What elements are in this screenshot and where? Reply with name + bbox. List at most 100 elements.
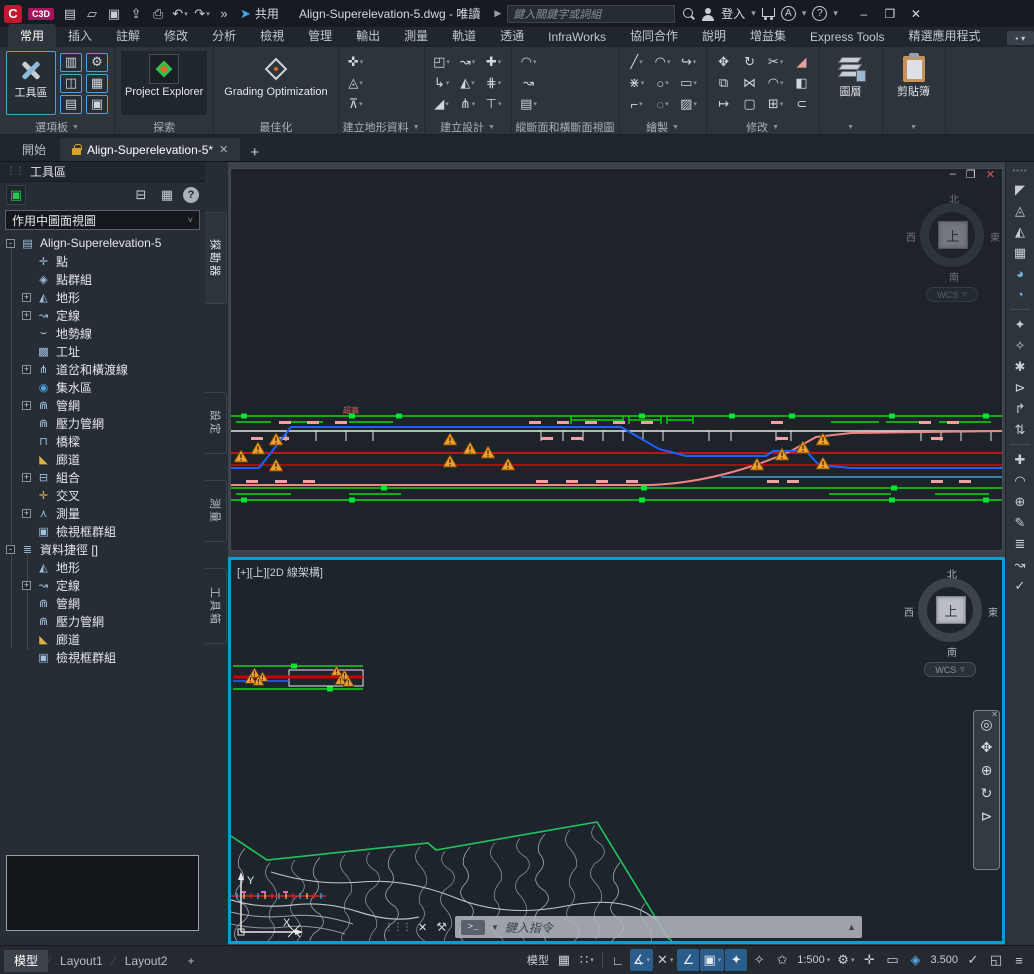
user-icon[interactable] bbox=[701, 7, 715, 21]
erase-icon[interactable]: ◢ bbox=[791, 53, 813, 72]
layout-tab-Layout1[interactable]: Layout1 bbox=[50, 950, 113, 972]
ortho-mode-icon[interactable]: ∟ bbox=[607, 949, 629, 971]
wcs-dropdown[interactable]: WCS▿ bbox=[926, 287, 978, 302]
dropdown-caret-icon[interactable]: ▾ bbox=[184, 10, 188, 18]
help-caret-icon[interactable]: ▾ bbox=[833, 8, 838, 19]
curve-tool-icon[interactable]: ◠ bbox=[1014, 474, 1025, 487]
tree-item-bridges[interactable]: ⊓橋樑 bbox=[0, 432, 205, 450]
graphics-performance-icon[interactable]: ✓ bbox=[962, 949, 984, 971]
offset-icon[interactable]: ⊂ bbox=[791, 95, 813, 114]
minimize-button[interactable]: – bbox=[852, 4, 876, 24]
mirror-icon[interactable]: ⋈ bbox=[739, 74, 761, 93]
viewport-bottom-active[interactable]: [+][上][2D 線架構] YX 北 上 西 東 南 WCS▿ ✕ ◎✥⊕↻⊳ bbox=[228, 557, 1005, 944]
view-selector-dropdown[interactable]: 作用中圖面視圖 ˅ bbox=[5, 210, 200, 230]
add-label-icon[interactable]: ✚ bbox=[1015, 453, 1026, 466]
grading-icon[interactable]: ◢▾ bbox=[431, 95, 453, 114]
ribbon-tab-分析[interactable]: 分析 bbox=[200, 24, 248, 47]
grading-tool-icon[interactable]: ◤ bbox=[1015, 183, 1025, 196]
tree-item-ds-surfaces[interactable]: ◭地形 bbox=[0, 558, 205, 576]
plot-icon[interactable]: ⎙ bbox=[148, 4, 168, 24]
viewport-top[interactable]: 超高 北 上 西 東 南 WCS▿ bbox=[230, 168, 1003, 551]
panel-label[interactable]: ▼ bbox=[820, 119, 882, 135]
app-logo[interactable]: C bbox=[4, 5, 22, 23]
copy-icon[interactable]: ⧉ bbox=[713, 74, 735, 93]
hydrology-icon[interactable]: ◔ bbox=[1016, 288, 1024, 301]
circle-icon[interactable]: ○▾ bbox=[652, 74, 674, 93]
navbar-close-icon[interactable]: ✕ bbox=[991, 710, 998, 719]
command-prompt-icon[interactable]: >_ bbox=[461, 920, 485, 935]
section-views-icon[interactable]: ▤▾ bbox=[518, 95, 540, 114]
object-snap-tracking-icon[interactable]: ∠ bbox=[677, 949, 699, 971]
save-icon[interactable]: ▣ bbox=[104, 4, 124, 24]
toolspace-help-icon[interactable]: ? bbox=[183, 187, 199, 203]
maximize-button[interactable]: ❐ bbox=[878, 4, 902, 24]
explode-icon[interactable]: ◧ bbox=[791, 74, 813, 93]
signin-label[interactable]: 登入 bbox=[721, 5, 745, 22]
settings-palette-icon[interactable]: ⚙ bbox=[86, 53, 108, 72]
showmotion-icon[interactable]: ⊳ bbox=[981, 809, 993, 823]
expand-icon[interactable]: + bbox=[22, 473, 31, 482]
annotation-autoscale-icon[interactable]: ✧ bbox=[748, 949, 770, 971]
command-history-icon[interactable]: ▲ bbox=[847, 922, 856, 932]
annotation-scale-value[interactable]: 1:500▾ bbox=[794, 949, 833, 971]
layout-tab-模型[interactable]: 模型 bbox=[4, 950, 48, 972]
zoom-icon[interactable]: ⊕ bbox=[981, 763, 993, 777]
new-layout-button[interactable]: + bbox=[177, 950, 204, 972]
expand-icon[interactable]: + bbox=[22, 365, 31, 374]
tree-item-alignments[interactable]: +↝定線 bbox=[0, 306, 205, 324]
pipe-network-icon[interactable]: ⊤▾ bbox=[483, 95, 505, 114]
open-folder-icon[interactable]: ▱ bbox=[82, 4, 102, 24]
alignment-icon[interactable]: ↝▾ bbox=[457, 53, 479, 72]
toolspace-titlebar[interactable]: ⋮⋮ 工具區 bbox=[0, 162, 205, 182]
ribbon-tab-Express Tools[interactable]: Express Tools bbox=[798, 27, 896, 47]
layout-tab-Layout2[interactable]: Layout2 bbox=[115, 950, 178, 972]
search-icon[interactable] bbox=[681, 7, 695, 21]
feature-line-icon[interactable]: ↳▾ bbox=[431, 74, 453, 93]
stretch-icon[interactable]: ↦ bbox=[713, 95, 735, 114]
side-tab-測量[interactable]: 測量 bbox=[205, 480, 227, 542]
ribbon-tab-修改[interactable]: 修改 bbox=[152, 24, 200, 47]
point-select-icon[interactable]: ✱ bbox=[1015, 360, 1026, 373]
panel-label[interactable]: 繪製▼ bbox=[620, 119, 706, 135]
tree-item-catchments[interactable]: ◉集水區 bbox=[0, 378, 205, 396]
tree-item-ds-pipe-networks[interactable]: ⋒管網 bbox=[0, 594, 205, 612]
ribbon-tab-管理[interactable]: 管理 bbox=[296, 24, 344, 47]
construction-line-icon[interactable]: ⋇▾ bbox=[626, 74, 648, 93]
redo-icon[interactable]: ↷▾ bbox=[192, 4, 212, 24]
rotate-icon[interactable]: ↻ bbox=[739, 53, 761, 72]
ribbon-tab-透通[interactable]: 透通 bbox=[488, 24, 536, 47]
ribbon-tab-測量[interactable]: 測量 bbox=[392, 24, 440, 47]
search-input[interactable]: 鍵入關鍵字或詞組 bbox=[507, 5, 675, 23]
tree-item-ds-alignments[interactable]: +↝定線 bbox=[0, 576, 205, 594]
side-tab-探勘器[interactable]: 探勘器 bbox=[205, 212, 227, 304]
tree-item-pipe-networks[interactable]: +⋒管網 bbox=[0, 396, 205, 414]
survey-tools-icon[interactable]: ⊼▾ bbox=[345, 95, 367, 114]
surface-edit-icon[interactable]: ◬ bbox=[1015, 204, 1025, 217]
navigation-wheel-icon[interactable]: ◎ bbox=[980, 717, 992, 731]
autodesk-app-icon[interactable]: A bbox=[781, 6, 796, 21]
create-point-tool-icon[interactable]: ✦ bbox=[1015, 318, 1026, 331]
zoom-to-icon[interactable]: ⊳ bbox=[1015, 381, 1026, 394]
arc-icon[interactable]: ◠▾ bbox=[652, 53, 674, 72]
profile-view-icon[interactable]: ◠▾ bbox=[518, 53, 540, 72]
new-file-icon[interactable]: ▤ bbox=[60, 4, 80, 24]
object-snap-icon[interactable]: ▣▾ bbox=[700, 949, 724, 971]
ribbon-tab-檢視[interactable]: 檢視 bbox=[248, 24, 296, 47]
tree-item-corridors[interactable]: ◣廊道 bbox=[0, 450, 205, 468]
command-customize-icon[interactable]: ⚒ bbox=[436, 920, 447, 934]
ribbon-tab-說明[interactable]: 說明 bbox=[690, 24, 738, 47]
expand-icon[interactable]: + bbox=[22, 401, 31, 410]
trim-icon[interactable]: ✂▾ bbox=[765, 53, 787, 72]
move-icon[interactable]: ✥ bbox=[713, 53, 735, 72]
polyline-icon[interactable]: ⌐▾ bbox=[626, 95, 648, 114]
tree-item-sites[interactable]: ▩工址 bbox=[0, 342, 205, 360]
expand-icon[interactable]: + bbox=[22, 509, 31, 518]
command-grip-icon[interactable]: ⋮⋮⋮ bbox=[384, 922, 411, 933]
isometric-drafting-icon[interactable]: ✕▾ bbox=[654, 949, 676, 971]
close-button[interactable]: ✕ bbox=[904, 4, 928, 24]
tree-item-drawing[interactable]: -▤Align-Superelevation-5 bbox=[0, 234, 205, 252]
pan-icon[interactable]: ✥ bbox=[981, 740, 993, 754]
volumes-dashboard-icon[interactable]: ▦ bbox=[1014, 246, 1026, 259]
profile-icon[interactable]: ◭▾ bbox=[457, 74, 479, 93]
elevation-value[interactable]: 3.500 bbox=[927, 949, 961, 971]
